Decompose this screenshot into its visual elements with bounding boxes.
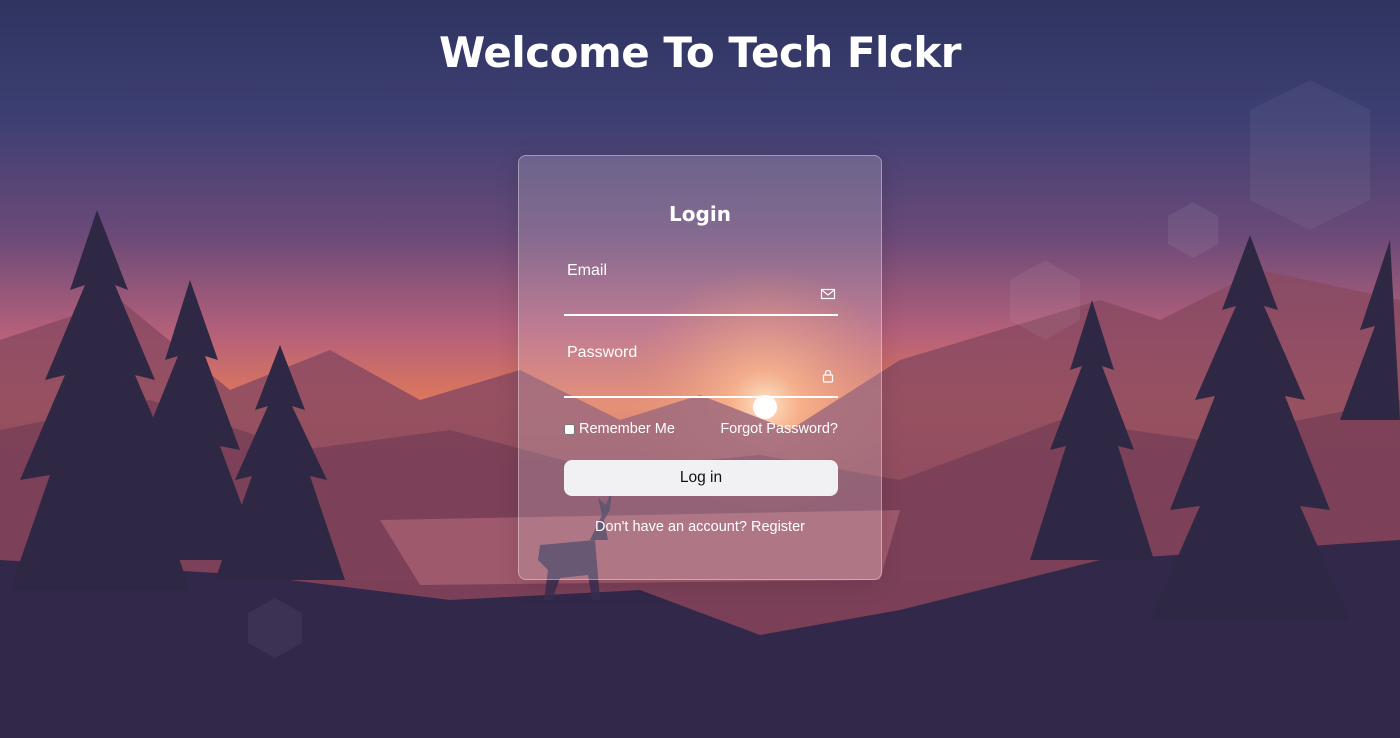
password-field[interactable]: Password xyxy=(564,340,838,398)
register-link[interactable]: Register xyxy=(751,519,805,535)
email-label: Email xyxy=(567,262,608,279)
register-line: Don't have an account? Register xyxy=(519,519,881,535)
password-label: Password xyxy=(567,344,638,361)
email-input[interactable] xyxy=(564,284,809,312)
register-prompt: Don't have an account? xyxy=(595,519,747,535)
login-button[interactable]: Log in xyxy=(564,460,838,496)
page-title: Welcome To Tech Flckr xyxy=(439,28,962,77)
login-card: Login Email Password Remember Me Forgot … xyxy=(518,155,882,580)
lock-icon xyxy=(822,369,834,383)
forgot-password-link[interactable]: Forgot Password? xyxy=(720,421,838,437)
login-options: Remember Me Forgot Password? xyxy=(564,421,838,441)
password-input[interactable] xyxy=(564,366,809,394)
remember-me-checkbox[interactable] xyxy=(564,423,575,435)
remember-me-label: Remember Me xyxy=(579,421,675,437)
email-field[interactable]: Email xyxy=(564,258,838,316)
login-title: Login xyxy=(669,202,731,226)
remember-me[interactable]: Remember Me xyxy=(564,421,675,437)
mail-icon xyxy=(820,288,836,300)
